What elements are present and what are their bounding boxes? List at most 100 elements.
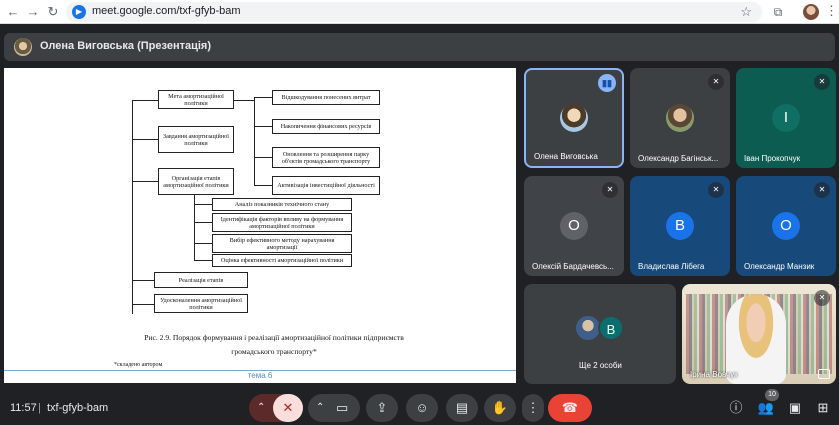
meeting-code: txf-gfyb-bam bbox=[47, 402, 109, 414]
mic-off-icon: ✕ bbox=[602, 182, 618, 198]
browser-toolbar: ← → ↻ ▶ meet.google.com/txf-gfyb-bam ☆ ⧉… bbox=[0, 0, 839, 24]
profile-avatar[interactable] bbox=[803, 4, 819, 20]
camera-control-group: ⌃ ▭ bbox=[308, 394, 360, 422]
participant-tile[interactable]: О ✕ Олексій Бардачевсь... bbox=[524, 176, 624, 276]
mic-off-icon: ✕ bbox=[814, 290, 830, 306]
participant-initial: О bbox=[772, 212, 800, 240]
participant-name: Іван Прокопчук bbox=[744, 154, 801, 163]
box-stages-org: Організація етапів амортизаційної політи… bbox=[158, 168, 234, 195]
connector-line bbox=[234, 100, 254, 101]
leave-call-button[interactable]: ☎ bbox=[548, 394, 592, 422]
captions-icon: ▤ bbox=[455, 400, 469, 415]
mic-off-icon: ✕ bbox=[708, 182, 724, 198]
participant-name: Олексій Бардачевсь... bbox=[532, 262, 614, 271]
box-goal: Мета амортизаційної політики bbox=[158, 90, 234, 109]
self-view-tile[interactable]: ✕ Ірина Вовчук bbox=[682, 284, 836, 384]
slide-footer: тема 6 bbox=[247, 371, 273, 380]
more-participants-tile[interactable]: В Ще 2 особи bbox=[524, 284, 676, 384]
participant-tile[interactable]: ✕ Олександр Багінськ... bbox=[630, 68, 730, 168]
participant-name: Олександр Багінськ... bbox=[638, 154, 719, 163]
participant-avatar bbox=[560, 104, 588, 132]
extensions-puzzle-icon[interactable]: ⧉ bbox=[769, 3, 787, 21]
browser-menu-icon[interactable]: ⋮ bbox=[825, 3, 838, 19]
connector-line bbox=[254, 126, 272, 127]
box-investment: Активізація інвестиційної діяльності bbox=[272, 176, 380, 195]
separator: | bbox=[38, 402, 41, 414]
participant-initial: О bbox=[560, 212, 588, 240]
arrow-forward-icon[interactable]: → bbox=[24, 3, 42, 21]
reload-icon[interactable]: ↻ bbox=[44, 3, 62, 21]
connector-line bbox=[194, 222, 212, 223]
participant-name: Олена Виговська bbox=[534, 152, 598, 161]
box-accumulation: Накопичення фінансових ресурсів bbox=[272, 119, 380, 134]
pin-icon[interactable] bbox=[818, 369, 830, 379]
footnote: *складено автором bbox=[114, 362, 163, 368]
connector-line bbox=[132, 280, 154, 281]
more-options-button[interactable]: ⋮ bbox=[522, 394, 544, 422]
more-participants-label: Ще 2 особи bbox=[579, 361, 622, 370]
clock-time: 11:57 bbox=[10, 402, 37, 414]
mic-off-icon: ✕ bbox=[814, 74, 830, 90]
box-analysis: Аналіз показників технічного стану bbox=[212, 198, 352, 211]
box-tasks: Завдання амортизаційної політики bbox=[158, 126, 234, 153]
participant-avatar bbox=[576, 316, 600, 340]
arrow-back-icon[interactable]: ← bbox=[4, 3, 22, 21]
connector-line bbox=[254, 157, 272, 158]
presenter-avatar bbox=[14, 38, 32, 56]
box-method: Вибір ефективного методу нарахування амо… bbox=[212, 234, 352, 253]
presenter-title: Олена Виговська (Презентація) bbox=[40, 40, 211, 52]
caption-line-2: громадського транспорту* bbox=[231, 347, 317, 356]
participant-initial: В bbox=[598, 315, 624, 341]
mic-off-icon: ✕ bbox=[282, 400, 294, 415]
box-evaluation: Оцінка ефективності амортизаційної політ… bbox=[212, 254, 352, 267]
connector-line bbox=[132, 100, 158, 101]
figure-caption: Рис. 2.9. Порядок формування і реалізаці… bbox=[124, 331, 424, 359]
present-button[interactable]: ⇪ bbox=[366, 394, 398, 422]
captions-button[interactable]: ▤ bbox=[446, 394, 478, 422]
people-icon[interactable]: 👥 bbox=[756, 398, 776, 418]
raise-hand-icon: ✋ bbox=[491, 400, 509, 415]
slide-diagram: Мета амортизаційної політики Завдання ам… bbox=[4, 80, 516, 368]
connector-line bbox=[132, 304, 154, 305]
connector-line bbox=[254, 97, 255, 186]
connector-line bbox=[132, 181, 158, 182]
chevron-up-icon[interactable]: ⌃ bbox=[316, 394, 324, 422]
box-recovery: Відшкодування понесених витрат bbox=[272, 90, 380, 105]
info-icon[interactable]: ⓘ bbox=[726, 398, 746, 418]
mic-off-icon: ✕ bbox=[708, 74, 724, 90]
caption-line-1: Рис. 2.9. Порядок формування і реалізаці… bbox=[144, 333, 404, 342]
connector-line bbox=[194, 243, 212, 244]
box-factors: Ідентифікація факторів впливу на формува… bbox=[212, 213, 352, 232]
participant-tile[interactable]: І ✕ Іван Прокопчук bbox=[736, 68, 836, 168]
participant-name: Олександр Манзик bbox=[744, 262, 815, 271]
raise-hand-button[interactable]: ✋ bbox=[484, 394, 516, 422]
chevron-up-icon[interactable]: ⌃ bbox=[257, 394, 265, 422]
emoji-icon: ☺ bbox=[415, 400, 429, 415]
box-renewal: Оновлення та розширення парку об'єктів г… bbox=[272, 147, 380, 168]
meet-site-icon: ▶ bbox=[72, 5, 86, 19]
hang-up-icon: ☎ bbox=[561, 400, 579, 415]
participant-avatar bbox=[666, 104, 694, 132]
camera-icon[interactable]: ▭ bbox=[336, 394, 348, 422]
activities-icon[interactable]: ⊞ bbox=[813, 398, 833, 418]
participant-tile[interactable]: В ✕ Владислав Лібега bbox=[630, 176, 730, 276]
chat-icon[interactable]: ▣ bbox=[785, 398, 805, 418]
participant-initial: І bbox=[772, 104, 800, 132]
participant-tile[interactable]: О ✕ Олександр Манзик bbox=[736, 176, 836, 276]
participant-tile[interactable]: ▮▮ Олена Виговська bbox=[524, 68, 624, 168]
connector-line bbox=[254, 97, 272, 98]
connector-line bbox=[132, 139, 158, 140]
url-text: meet.google.com/txf-gfyb-bam bbox=[92, 5, 241, 17]
connector-line bbox=[194, 260, 212, 261]
box-improvement: Удосконалення амортизаційної політики bbox=[154, 294, 248, 313]
shared-presentation: Мета амортизаційної політики Завдання ам… bbox=[4, 68, 516, 383]
mic-toggle-button[interactable]: ✕ bbox=[273, 394, 303, 422]
self-name: Ірина Вовчук bbox=[690, 370, 738, 379]
box-implementation: Реалізація етапів bbox=[154, 272, 248, 288]
participant-name: Владислав Лібега bbox=[638, 262, 705, 271]
participant-initial: В bbox=[666, 212, 694, 240]
bookmark-star-icon[interactable]: ☆ bbox=[740, 4, 752, 20]
speaking-indicator-icon: ▮▮ bbox=[598, 74, 616, 92]
reactions-button[interactable]: ☺ bbox=[406, 394, 438, 422]
address-bar[interactable]: ▶ meet.google.com/txf-gfyb-bam ☆ bbox=[66, 2, 762, 22]
